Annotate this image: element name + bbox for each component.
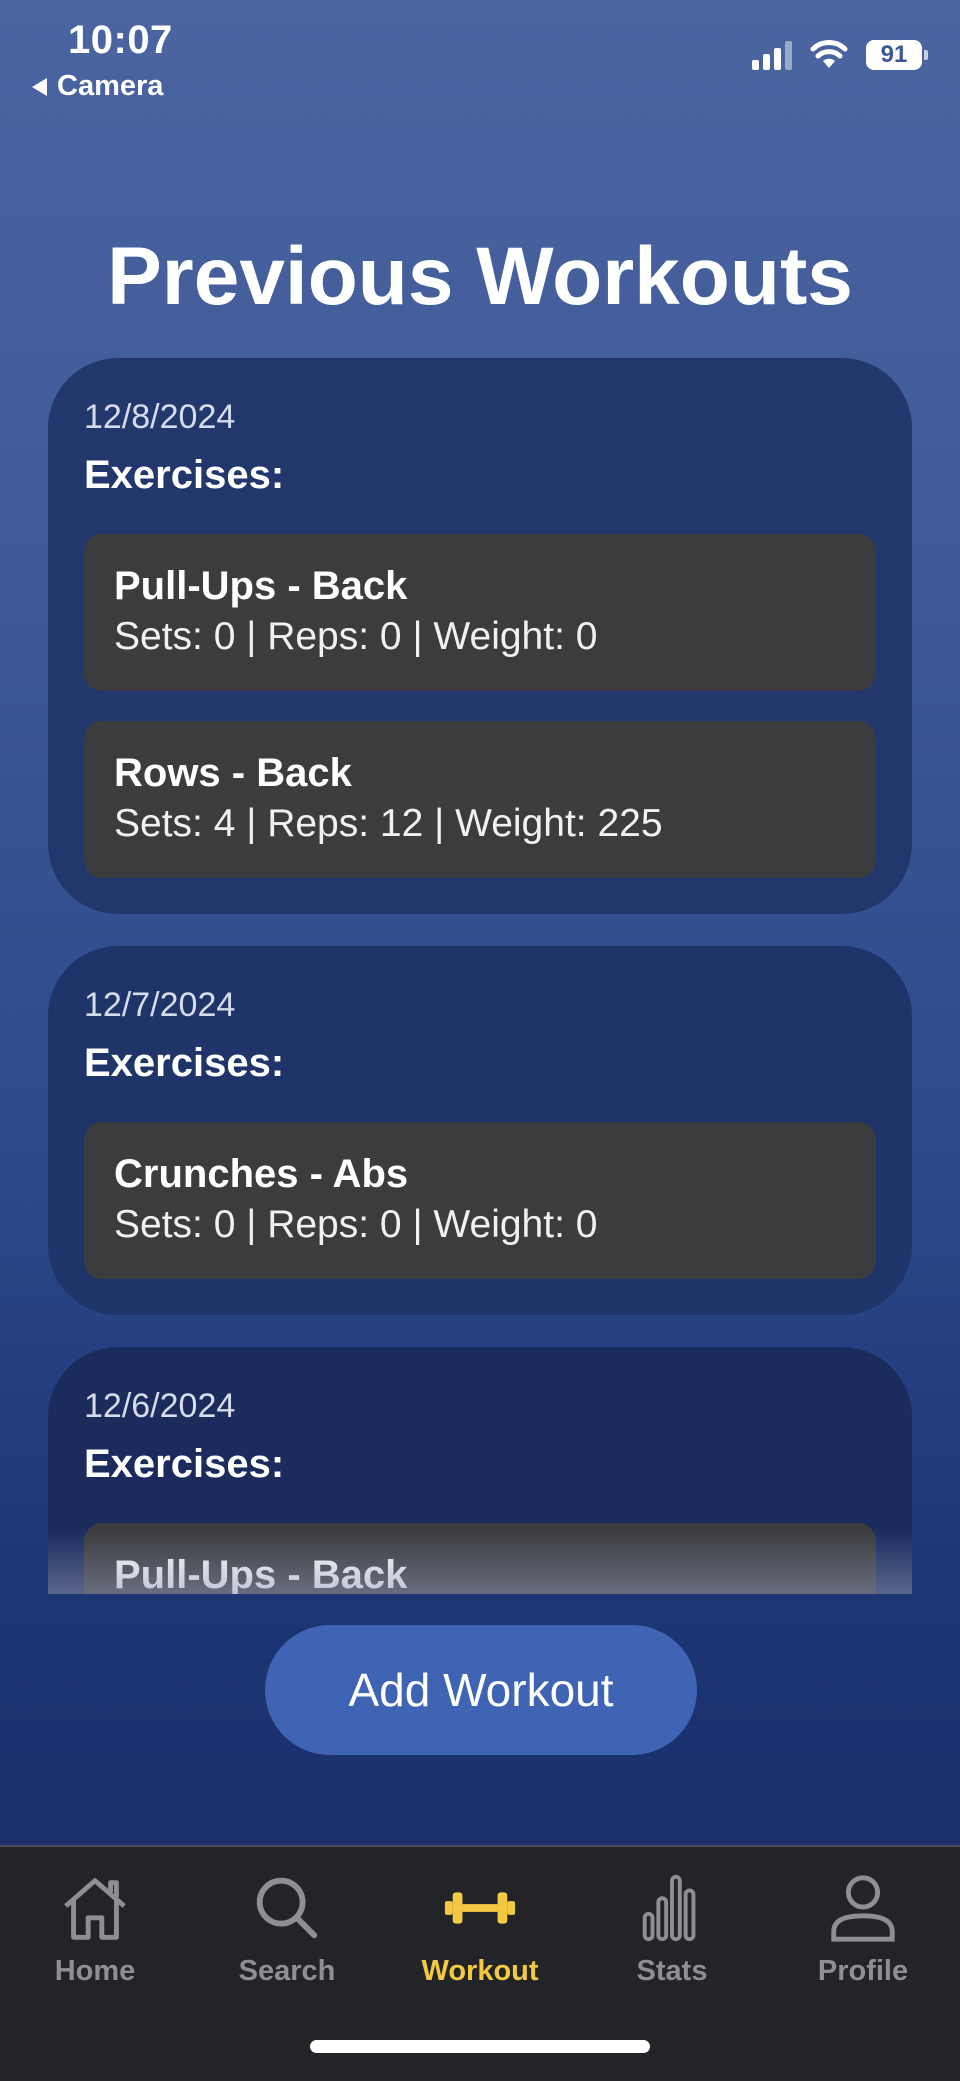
tab-label: Profile	[817, 1955, 909, 1987]
exercise-detail: Sets: 0 | Reps: 0 | Weight: 0	[114, 615, 598, 658]
back-arrow-icon	[32, 77, 47, 96]
tab-stats[interactable]: Stats	[592, 1869, 752, 1988]
back-to-camera-link[interactable]: Camera	[32, 70, 163, 103]
exercises-heading: Exercises:	[84, 1041, 285, 1085]
workout-date: 12/7/2024	[84, 986, 236, 1024]
workout-date: 12/6/2024	[84, 1387, 236, 1425]
workout-date: 12/8/2024	[84, 398, 236, 436]
workout-card[interactable]: 12/7/2024 Exercises: Crunches - Abs Sets…	[48, 946, 912, 1315]
status-indicators: 91	[752, 40, 928, 70]
bar-chart-icon	[642, 1874, 696, 1942]
tab-label: Stats	[636, 1955, 708, 1987]
exercise-detail: Sets: 4 | Reps: 12 | Weight: 225	[114, 802, 663, 845]
home-indicator[interactable]	[310, 2040, 650, 2053]
exercise-name: Crunches - Abs	[114, 1152, 409, 1196]
exercise-detail: Sets: 0 | Reps: 0 | Weight: 0	[114, 1203, 598, 1246]
page-title: Previous Workouts	[107, 231, 853, 322]
exercises-heading: Exercises:	[84, 1442, 285, 1486]
tab-home[interactable]: Home	[15, 1869, 175, 1988]
tab-label: Home	[54, 1955, 136, 1987]
tab-label: Workout	[421, 1955, 539, 1987]
person-icon	[831, 1875, 895, 1942]
magnifier-icon	[256, 1877, 318, 1939]
tab-workout[interactable]: Workout	[400, 1869, 560, 1988]
cellular-signal-icon	[752, 40, 792, 70]
battery-level: 91	[880, 41, 908, 68]
tab-label: Search	[238, 1955, 336, 1987]
dumbbell-icon	[444, 1892, 516, 1924]
add-workout-button[interactable]: Add Workout	[265, 1625, 697, 1755]
workout-list[interactable]: 12/8/2024 Exercises: Pull-Ups - Back Set…	[48, 358, 912, 1594]
wifi-icon	[810, 40, 848, 68]
exercise-name: Pull-Ups - Back	[114, 1553, 408, 1594]
exercise-item[interactable]: Pull-Ups - Back Sets: 0 | Reps: 0 | Weig…	[84, 534, 876, 691]
tab-profile[interactable]: Profile	[783, 1869, 943, 1988]
house-icon	[64, 1878, 126, 1940]
exercise-name: Rows - Back	[114, 751, 352, 795]
exercise-item[interactable]: Crunches - Abs Sets: 0 | Reps: 0 | Weigh…	[84, 1122, 876, 1279]
workout-card[interactable]: 12/8/2024 Exercises: Pull-Ups - Back Set…	[48, 358, 912, 914]
exercise-name: Pull-Ups - Back	[114, 564, 408, 608]
battery-icon: 91	[866, 40, 928, 70]
workout-card[interactable]: 12/6/2024 Exercises: Pull-Ups - Back	[48, 1347, 912, 1594]
exercise-item[interactable]: Pull-Ups - Back	[84, 1523, 876, 1594]
exercises-heading: Exercises:	[84, 453, 285, 497]
back-app-label: Camera	[57, 70, 164, 102]
status-time: 10:07	[68, 18, 173, 62]
tab-search[interactable]: Search	[207, 1869, 367, 1988]
exercise-item[interactable]: Rows - Back Sets: 4 | Reps: 12 | Weight:…	[84, 721, 876, 878]
